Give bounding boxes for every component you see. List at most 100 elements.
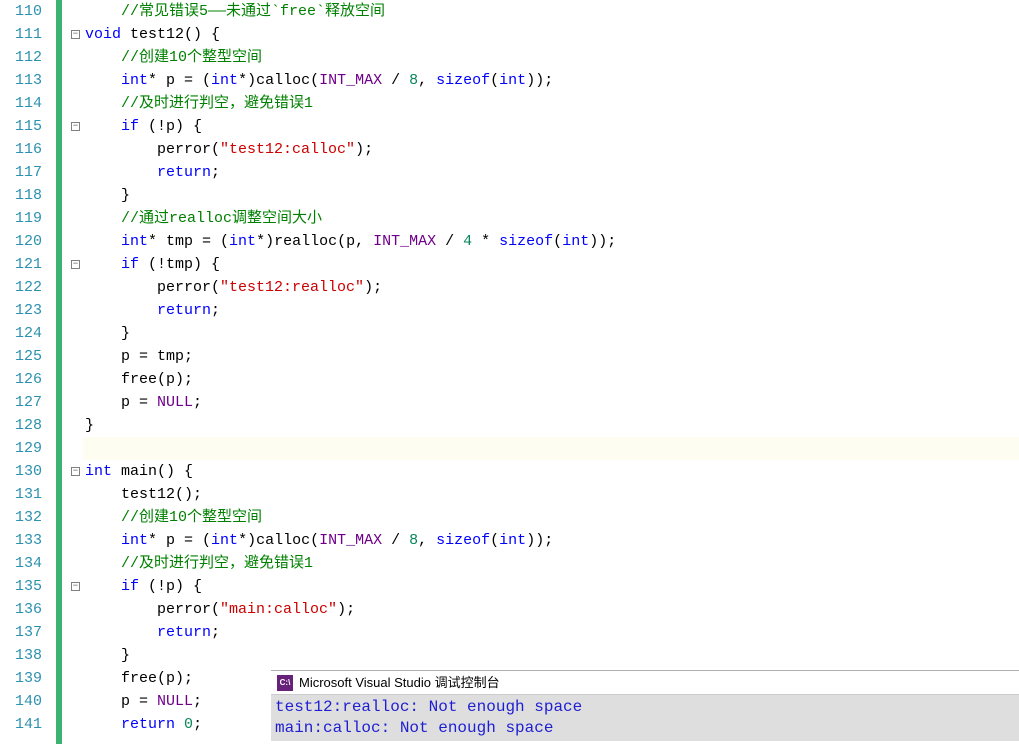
token-type: int	[121, 233, 148, 250]
code-line[interactable]: return;	[83, 299, 1019, 322]
code-area[interactable]: //常见错误5——未通过`free`释放空间 void test12() { //…	[83, 0, 1019, 744]
line-number-gutter: 1101111121131141151161171181191201211221…	[0, 0, 56, 744]
line-number: 110	[0, 0, 42, 23]
token-type: int	[121, 72, 148, 89]
line-number: 122	[0, 276, 42, 299]
line-number: 124	[0, 322, 42, 345]
fold-toggle-icon[interactable]: −	[71, 260, 80, 269]
code-line[interactable]: int* p = (int*)calloc(INT_MAX / 8, sizeo…	[83, 529, 1019, 552]
code-line[interactable]: int* p = (int*)calloc(INT_MAX / 8, sizeo…	[83, 69, 1019, 92]
token-type: int	[499, 72, 526, 89]
line-number: 129	[0, 437, 42, 460]
token-type: int	[121, 532, 148, 549]
code-line[interactable]: return;	[83, 621, 1019, 644]
token-p	[85, 509, 121, 526]
token-cmt: //创建10个整型空间	[121, 49, 262, 66]
fold-toggle-icon[interactable]: −	[71, 467, 80, 476]
code-line[interactable]: if (!p) {	[83, 115, 1019, 138]
token-p: (!p) {	[139, 118, 202, 135]
fold-toggle-icon[interactable]: −	[71, 122, 80, 131]
line-number: 127	[0, 391, 42, 414]
code-line[interactable]: p = NULL;	[83, 391, 1019, 414]
token-type: int	[499, 532, 526, 549]
token-p: ,	[418, 532, 436, 549]
token-cmt: //创建10个整型空间	[121, 509, 262, 526]
token-p: (!tmp) {	[139, 256, 220, 273]
code-line[interactable]: }	[83, 322, 1019, 345]
token-p: ));	[589, 233, 616, 250]
line-number: 116	[0, 138, 42, 161]
token-p: p =	[85, 394, 157, 411]
token-p: () {	[184, 26, 220, 43]
code-line[interactable]: int main() {	[83, 460, 1019, 483]
fold-toggle-icon[interactable]: −	[71, 30, 80, 39]
code-line[interactable]: test12();	[83, 483, 1019, 506]
token-p: *)calloc(	[238, 532, 319, 549]
line-number: 128	[0, 414, 42, 437]
code-line[interactable]: perror("test12:calloc");	[83, 138, 1019, 161]
line-number: 139	[0, 667, 42, 690]
line-number: 136	[0, 598, 42, 621]
line-number: 115	[0, 115, 42, 138]
token-p: ));	[526, 532, 553, 549]
token-type: int	[562, 233, 589, 250]
token-p: (!p) {	[139, 578, 202, 595]
token-p: * p = (	[148, 72, 211, 89]
token-cmt: //常见错误5——未通过`free`释放空间	[121, 3, 385, 20]
token-num: 8	[409, 72, 418, 89]
token-p: );	[364, 279, 382, 296]
console-titlebar[interactable]: C:\ Microsoft Visual Studio 调试控制台	[271, 671, 1019, 695]
line-number: 135	[0, 575, 42, 598]
code-line[interactable]: //创建10个整型空间	[83, 46, 1019, 69]
token-const: INT_MAX	[319, 532, 382, 549]
vs-icon: C:\	[277, 675, 293, 691]
code-line[interactable]: //及时进行判空，避免错误1	[83, 552, 1019, 575]
token-p: }	[85, 187, 130, 204]
token-kw: sizeof	[436, 532, 490, 549]
code-line[interactable]: return;	[83, 161, 1019, 184]
token-p: perror(	[85, 141, 220, 158]
code-line[interactable]: if (!p) {	[83, 575, 1019, 598]
code-line[interactable]: p = tmp;	[83, 345, 1019, 368]
token-p	[85, 3, 121, 20]
token-p: *	[472, 233, 499, 250]
token-kw: void	[85, 26, 121, 43]
code-line[interactable]: perror("main:calloc");	[83, 598, 1019, 621]
code-line[interactable]: free(p);	[83, 368, 1019, 391]
line-number: 117	[0, 161, 42, 184]
code-line[interactable]	[83, 437, 1019, 460]
fold-toggle-icon[interactable]: −	[71, 582, 80, 591]
token-p	[85, 210, 121, 227]
code-line[interactable]: //及时进行判空，避免错误1	[83, 92, 1019, 115]
code-line[interactable]: //常见错误5——未通过`free`释放空间	[83, 0, 1019, 23]
code-line[interactable]: if (!tmp) {	[83, 253, 1019, 276]
token-p: ;	[211, 624, 220, 641]
code-line[interactable]: //通过realloc调整空间大小	[83, 207, 1019, 230]
token-p: ));	[526, 72, 553, 89]
token-p	[85, 532, 121, 549]
code-line[interactable]: }	[83, 414, 1019, 437]
token-num: 0	[184, 716, 193, 733]
token-p: (	[490, 72, 499, 89]
code-line[interactable]: }	[83, 184, 1019, 207]
token-p: perror(	[85, 279, 220, 296]
token-p	[85, 555, 121, 572]
code-line[interactable]: //创建10个整型空间	[83, 506, 1019, 529]
token-p: ;	[211, 302, 220, 319]
token-kw: return	[157, 164, 211, 181]
token-type: int	[211, 532, 238, 549]
token-p: );	[337, 601, 355, 618]
line-number: 118	[0, 184, 42, 207]
code-line[interactable]: int* tmp = (int*)realloc(p, INT_MAX / 4 …	[83, 230, 1019, 253]
token-kw: return	[121, 716, 175, 733]
line-number: 125	[0, 345, 42, 368]
line-number: 123	[0, 299, 42, 322]
token-p: ;	[211, 164, 220, 181]
code-line[interactable]: perror("test12:realloc");	[83, 276, 1019, 299]
code-editor: 1101111121131141151161171181191201211221…	[0, 0, 1019, 744]
line-number: 126	[0, 368, 42, 391]
code-line[interactable]: }	[83, 644, 1019, 667]
token-p	[85, 578, 121, 595]
code-line[interactable]: void test12() {	[83, 23, 1019, 46]
token-fn: main	[112, 463, 157, 480]
